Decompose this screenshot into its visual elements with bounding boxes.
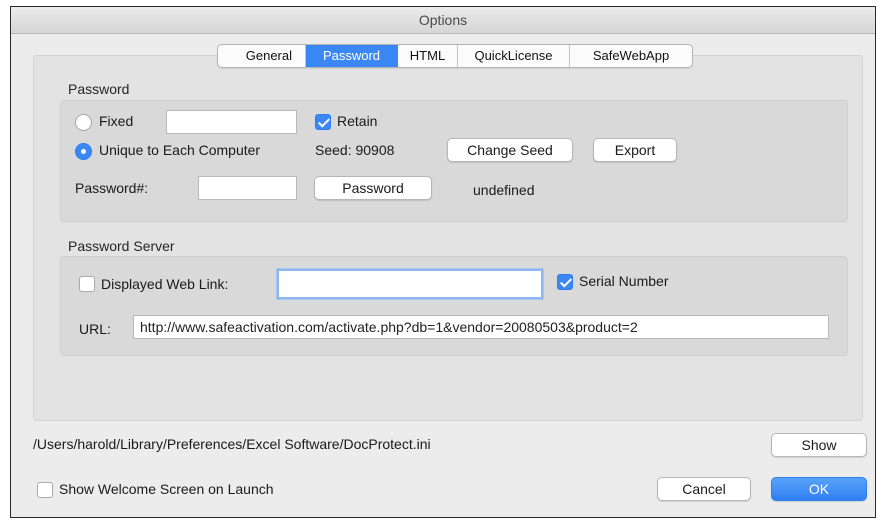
tab-bar: General Password HTML QuickLicense SafeW… — [217, 44, 693, 68]
change-seed-button[interactable]: Change Seed — [447, 138, 573, 162]
password-number-field[interactable] — [198, 176, 297, 200]
ok-button[interactable]: OK — [771, 477, 867, 501]
tab-safewebapp[interactable]: SafeWebApp — [570, 45, 692, 67]
password-server-heading: Password Server — [68, 238, 175, 254]
fixed-password-field[interactable] — [166, 110, 297, 134]
tab-general[interactable]: General — [218, 45, 306, 67]
show-welcome-checkbox[interactable] — [37, 482, 53, 498]
password-number-label: Password#: — [75, 180, 149, 196]
fixed-label: Fixed — [99, 113, 134, 129]
retain-checkbox[interactable] — [315, 114, 331, 130]
tab-content-panel: Password Fixed Retain Unique to Each Com… — [33, 55, 863, 421]
options-window: Options General Password HTML QuickLicen… — [10, 6, 876, 518]
seed-value: Seed: 90908 — [315, 142, 395, 158]
password-server-group: Displayed Web Link: Serial Number URL: h… — [60, 256, 848, 356]
displayed-web-link-field[interactable] — [277, 269, 543, 299]
tab-password[interactable]: Password — [306, 45, 398, 67]
fixed-radio[interactable] — [75, 114, 92, 131]
password-section-heading: Password — [68, 81, 130, 97]
cancel-button[interactable]: Cancel — [657, 477, 751, 501]
url-label: URL: — [79, 321, 111, 337]
serial-number-checkbox[interactable] — [557, 274, 573, 290]
password-group: Fixed Retain Unique to Each Computer See… — [60, 100, 848, 222]
show-welcome-label: Show Welcome Screen on Launch — [59, 481, 274, 497]
tab-quicklicense[interactable]: QuickLicense — [458, 45, 570, 67]
displayed-web-link-label: Displayed Web Link: — [101, 276, 229, 292]
ini-file-path: /Users/harold/Library/Preferences/Excel … — [33, 436, 431, 452]
retain-label: Retain — [337, 113, 378, 129]
serial-number-label: Serial Number — [579, 273, 669, 289]
password-result: undefined — [473, 182, 535, 198]
displayed-web-link-checkbox[interactable] — [79, 276, 95, 292]
url-field[interactable]: http://www.safeactivation.com/activate.p… — [133, 315, 829, 339]
show-button[interactable]: Show — [771, 433, 867, 457]
unique-computer-label: Unique to Each Computer — [99, 142, 261, 158]
tab-html[interactable]: HTML — [398, 45, 458, 67]
window-title: Options — [11, 7, 875, 34]
export-button[interactable]: Export — [593, 138, 677, 162]
unique-computer-radio[interactable] — [75, 143, 92, 160]
password-button[interactable]: Password — [314, 176, 432, 200]
